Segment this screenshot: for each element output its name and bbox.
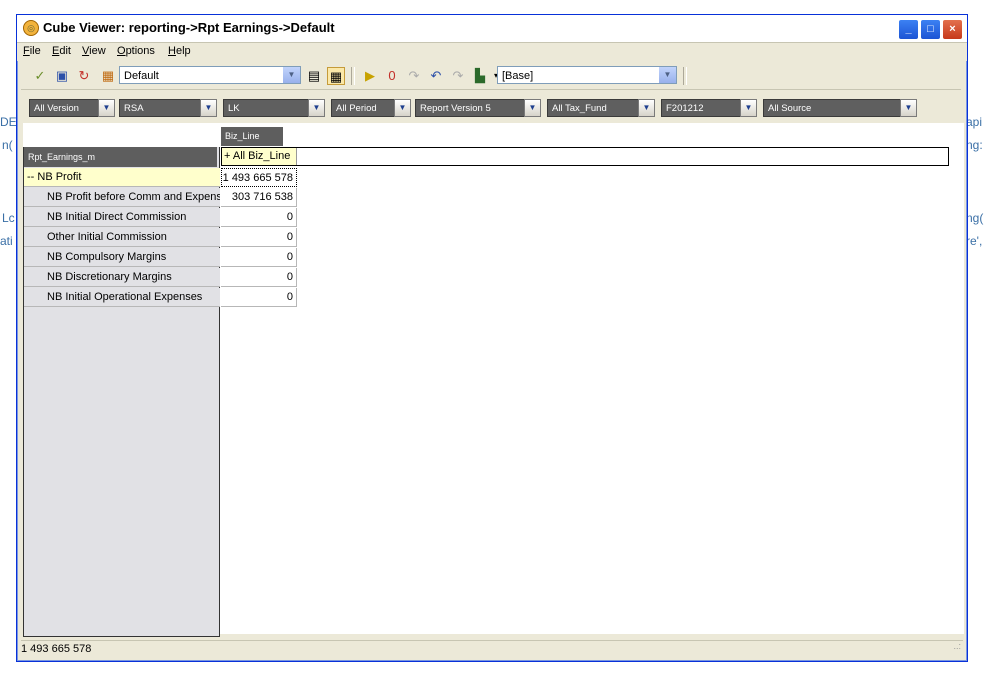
- row-header-profit-before-comm[interactable]: NB Profit before Comm and Expenses: [24, 188, 220, 207]
- status-bar: 1 493 665 578: [21, 640, 963, 658]
- grid-cell[interactable]: 0: [221, 248, 297, 267]
- redo-icon[interactable]: ↷: [405, 67, 423, 85]
- toolbar: ✓ ▣ ↻ ▦ Default ▼ ▤ ▦ ▶ 0 ↷ ↶ ↷ ▙ ▾ [Bas…: [21, 63, 961, 90]
- toolbar-separator: [683, 67, 687, 85]
- menu-edit[interactable]: Edit: [52, 45, 71, 57]
- recalculate-icon[interactable]: ↻: [75, 67, 93, 85]
- filter-label: All Version: [34, 103, 79, 114]
- background-text: re',: [966, 234, 983, 248]
- chevron-down-icon[interactable]: ▼: [394, 99, 411, 117]
- menu-options[interactable]: Options: [117, 45, 155, 57]
- column-dimension-label[interactable]: Biz_Line: [221, 127, 283, 146]
- filter-entity[interactable]: RSA ▼: [119, 99, 217, 117]
- background-text: DE: [0, 115, 17, 129]
- cube-viewer-window: ◎ Cube Viewer: reporting->Rpt Earnings->…: [16, 14, 968, 662]
- background-text: api: [966, 115, 983, 129]
- window-title: Cube Viewer: reporting->Rpt Earnings->De…: [43, 20, 335, 35]
- title-bar[interactable]: ◎ Cube Viewer: reporting->Rpt Earnings->…: [17, 15, 967, 43]
- menu-help[interactable]: Help: [168, 45, 191, 57]
- resize-grip-icon[interactable]: ..:: [953, 641, 961, 651]
- row-dimension-label[interactable]: Rpt_Earnings_m: [24, 147, 217, 167]
- calculator-icon[interactable]: ▤: [305, 67, 323, 85]
- background-text: ng:: [966, 138, 983, 152]
- sandbox-combo-value: [Base]: [502, 70, 534, 82]
- grid-cell[interactable]: 303 716 538: [221, 188, 297, 207]
- grid-cell[interactable]: 1 493 665 578: [221, 168, 297, 187]
- export-icon[interactable]: ▶: [361, 67, 379, 85]
- menu-file[interactable]: File: [23, 45, 41, 57]
- filter-label: RSA: [124, 103, 144, 114]
- filter-label: All Source: [768, 103, 812, 114]
- checkmark-icon[interactable]: ✓: [31, 67, 49, 85]
- filter-label: LK: [228, 103, 240, 114]
- toolbar-separator: [351, 67, 355, 85]
- menu-bar: File Edit View Options Help: [17, 43, 967, 61]
- cube-grid: Biz_Line Rpt_Earnings_m + All Biz_Line -…: [23, 123, 964, 637]
- dimension-filter-bar: All Version ▼ RSA ▼ LK ▼ All Period ▼ Report…: [23, 99, 961, 121]
- filter-report-version[interactable]: Report Version 5 ▼: [415, 99, 541, 117]
- grid-cell[interactable]: 0: [221, 208, 297, 227]
- view-combo-value: Default: [124, 70, 159, 82]
- view-icon: ▦: [101, 68, 115, 83]
- save-icon[interactable]: ▣: [53, 67, 71, 85]
- chevron-down-icon[interactable]: ▼: [98, 99, 115, 117]
- chevron-down-icon[interactable]: ▼: [740, 99, 757, 117]
- filter-label: F201212: [666, 103, 704, 114]
- grid-cell[interactable]: 0: [221, 268, 297, 287]
- chevron-down-icon[interactable]: ▼: [900, 99, 917, 117]
- filter-label: All Tax_Fund: [552, 103, 607, 114]
- chevron-down-icon[interactable]: ▼: [308, 99, 325, 117]
- filter-source[interactable]: All Source ▼: [763, 99, 917, 117]
- minimize-button[interactable]: _: [898, 19, 919, 40]
- filter-label: Report Version 5: [420, 103, 491, 114]
- close-button[interactable]: ×: [942, 19, 963, 40]
- forward-icon[interactable]: ↷: [449, 67, 467, 85]
- grid-cell[interactable]: 0: [221, 228, 297, 247]
- menu-view[interactable]: View: [82, 45, 106, 57]
- filter-label: All Period: [336, 103, 377, 114]
- view-combo[interactable]: Default ▼: [119, 66, 301, 84]
- chevron-down-icon[interactable]: ▼: [658, 67, 676, 83]
- row-header-discretionary-margins[interactable]: NB Discretionary Margins: [24, 268, 220, 287]
- grid-cell[interactable]: 0: [221, 288, 297, 307]
- undo-icon[interactable]: ↶: [427, 67, 445, 85]
- chevron-down-icon[interactable]: ▼: [282, 67, 300, 83]
- filter-version[interactable]: All Version ▼: [29, 99, 115, 117]
- background-text: n(: [2, 138, 13, 152]
- row-header-nb-profit[interactable]: -- NB Profit: [24, 168, 220, 187]
- background-text: Lc: [2, 211, 15, 225]
- chevron-down-icon[interactable]: ▼: [638, 99, 655, 117]
- chevron-down-icon[interactable]: ▼: [200, 99, 217, 117]
- sandbox-combo[interactable]: [Base] ▼: [497, 66, 677, 84]
- filter-tax-fund[interactable]: All Tax_Fund ▼: [547, 99, 655, 117]
- row-header-initial-operational-expenses[interactable]: NB Initial Operational Expenses: [24, 288, 220, 307]
- filter-period[interactable]: All Period ▼: [331, 99, 411, 117]
- status-text: 1 493 665 578: [21, 643, 92, 655]
- filter-region[interactable]: LK ▼: [223, 99, 325, 117]
- grid-icon[interactable]: ▦: [327, 67, 345, 85]
- row-header-initial-direct-commission[interactable]: NB Initial Direct Commission: [24, 208, 220, 227]
- chevron-down-icon[interactable]: ▼: [524, 99, 541, 117]
- row-header-compulsory-margins[interactable]: NB Compulsory Margins: [24, 248, 220, 267]
- background-text: ati: [0, 234, 13, 248]
- column-header-row: + All Biz_Line: [221, 147, 949, 166]
- row-header-other-initial-commission[interactable]: Other Initial Commission: [24, 228, 220, 247]
- maximize-button[interactable]: □: [920, 19, 941, 40]
- filter-date[interactable]: F201212 ▼: [661, 99, 757, 117]
- cube-icon: ◎: [23, 20, 39, 36]
- zero-out-icon[interactable]: 0: [383, 67, 401, 85]
- column-header-all-biz-line[interactable]: + All Biz_Line: [222, 148, 297, 165]
- background-text: ng(: [966, 211, 984, 225]
